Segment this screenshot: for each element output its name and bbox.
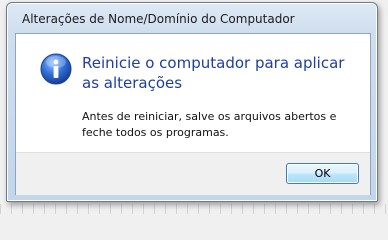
- button-footer: OK: [16, 152, 370, 195]
- title-bar[interactable]: Alterações de Nome/Domínio do Computador: [7, 3, 377, 33]
- ok-button[interactable]: OK: [286, 163, 359, 184]
- content-text: Antes de reiniciar, salve os arquivos ab…: [82, 110, 337, 139]
- window-title: Alterações de Nome/Domínio do Computador: [22, 12, 295, 26]
- dialog-window: Alterações de Nome/Domínio do Computador…: [6, 2, 378, 202]
- dialog-body: Reinicie o computador para aplicar as al…: [15, 33, 371, 195]
- main-instruction: Reinicie o computador para aplicar as al…: [82, 54, 345, 92]
- information-icon: [40, 53, 72, 85]
- background-ruler: [0, 204, 388, 214]
